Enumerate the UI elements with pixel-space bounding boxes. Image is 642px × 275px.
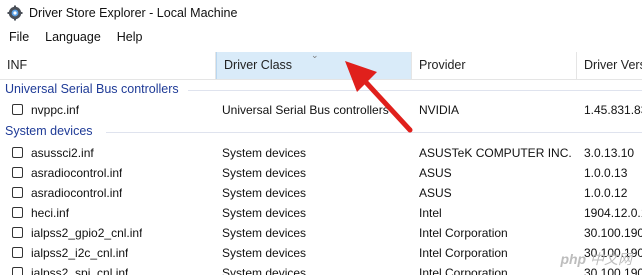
title-bar: Driver Store Explorer - Local Machine <box>0 0 642 26</box>
menu-bar: File Language Help <box>0 26 642 48</box>
column-header-provider-label: Provider <box>419 58 466 72</box>
table-row[interactable]: ialpss2_spi_cnl.inf System devices Intel… <box>0 263 642 275</box>
column-header-provider[interactable]: Provider <box>412 52 577 79</box>
sort-descending-icon: ⌄ <box>311 52 319 60</box>
cell-provider: ASUS <box>419 186 452 200</box>
cell-driver-class: Universal Serial Bus controllers <box>222 103 389 117</box>
column-header-row: INF Driver Class ⌄ Provider Driver Versi… <box>0 52 642 80</box>
menu-language[interactable]: Language <box>37 26 109 48</box>
row-checkbox[interactable] <box>12 147 23 158</box>
cell-provider: ASUSTeK COMPUTER INC. <box>419 146 572 160</box>
group-divider <box>188 90 642 91</box>
row-checkbox[interactable] <box>12 247 23 258</box>
cell-inf: asradiocontrol.inf <box>31 166 123 180</box>
row-checkbox[interactable] <box>12 227 23 238</box>
watermark-rest-text: 中文网 <box>586 251 632 267</box>
row-checkbox[interactable] <box>12 167 23 178</box>
window-title: Driver Store Explorer - Local Machine <box>29 6 238 20</box>
table-row[interactable]: asussci2.inf System devices ASUSTeK COMP… <box>0 143 642 163</box>
group-header-usb[interactable]: Universal Serial Bus controllers <box>0 80 642 100</box>
cell-driver-class: System devices <box>222 266 307 275</box>
table-row[interactable]: heci.inf System devices Intel 1904.12.0.… <box>0 203 642 223</box>
table-row[interactable]: nvppc.inf Universal Serial Bus controlle… <box>0 100 642 120</box>
row-checkbox[interactable] <box>12 267 23 275</box>
cell-provider: Intel Corporation <box>419 226 508 240</box>
group-label: System devices <box>5 124 93 138</box>
cell-version: 1.0.0.13 <box>584 166 628 180</box>
row-checkbox[interactable] <box>12 104 23 115</box>
group-divider <box>106 132 642 133</box>
cell-driver-class: System devices <box>222 146 307 160</box>
group-label: Universal Serial Bus controllers <box>5 82 179 96</box>
table-row[interactable]: ialpss2_gpio2_cnl.inf System devices Int… <box>0 223 642 243</box>
column-header-driver-class-label: Driver Class <box>224 58 293 72</box>
cell-driver-class: System devices <box>222 166 307 180</box>
watermark: php 中文网 <box>560 249 632 269</box>
driver-list[interactable]: INF Driver Class ⌄ Provider Driver Versi… <box>0 52 642 275</box>
table-row[interactable]: asradiocontrol.inf System devices ASUS 1… <box>0 183 642 203</box>
cell-version: 30.100.1902 <box>584 226 642 240</box>
gear-icon <box>7 5 23 21</box>
group-header-system-devices[interactable]: System devices <box>0 122 642 142</box>
table-row[interactable]: ialpss2_i2c_cnl.inf System devices Intel… <box>0 243 642 263</box>
cell-provider: ASUS <box>419 166 452 180</box>
table-row[interactable]: asradiocontrol.inf System devices ASUS 1… <box>0 163 642 183</box>
cell-inf: asussci2.inf <box>31 146 94 160</box>
row-checkbox[interactable] <box>12 187 23 198</box>
cell-version: 3.0.13.10 <box>584 146 635 160</box>
column-header-driver-version-label: Driver Version <box>584 58 642 72</box>
cell-provider: Intel Corporation <box>419 266 508 275</box>
cell-driver-class: System devices <box>222 186 307 200</box>
cell-driver-class: System devices <box>222 226 307 240</box>
column-header-driver-class[interactable]: Driver Class ⌄ <box>216 52 412 79</box>
cell-inf: heci.inf <box>31 206 70 220</box>
column-header-inf-label: INF <box>7 58 28 72</box>
row-checkbox[interactable] <box>12 207 23 218</box>
cell-provider: NVIDIA <box>419 103 460 117</box>
cell-provider: Intel Corporation <box>419 246 508 260</box>
cell-inf: ialpss2_spi_cnl.inf <box>31 266 129 275</box>
menu-help[interactable]: Help <box>109 26 151 48</box>
cell-inf: asradiocontrol.inf <box>31 186 123 200</box>
cell-version: 1.45.831.832 <box>584 103 642 117</box>
cell-driver-class: System devices <box>222 206 307 220</box>
column-header-driver-version[interactable]: Driver Version <box>577 52 642 79</box>
watermark-bold-text: php <box>560 251 587 267</box>
cell-provider: Intel <box>419 206 442 220</box>
menu-file[interactable]: File <box>0 26 37 48</box>
cell-inf: nvppc.inf <box>31 103 80 117</box>
cell-inf: ialpss2_gpio2_cnl.inf <box>31 226 143 240</box>
cell-driver-class: System devices <box>222 246 307 260</box>
cell-version: 1904.12.0.1208 <box>584 206 642 220</box>
cell-inf: ialpss2_i2c_cnl.inf <box>31 246 129 260</box>
column-header-inf[interactable]: INF <box>0 52 216 79</box>
cell-version: 1.0.0.12 <box>584 186 628 200</box>
